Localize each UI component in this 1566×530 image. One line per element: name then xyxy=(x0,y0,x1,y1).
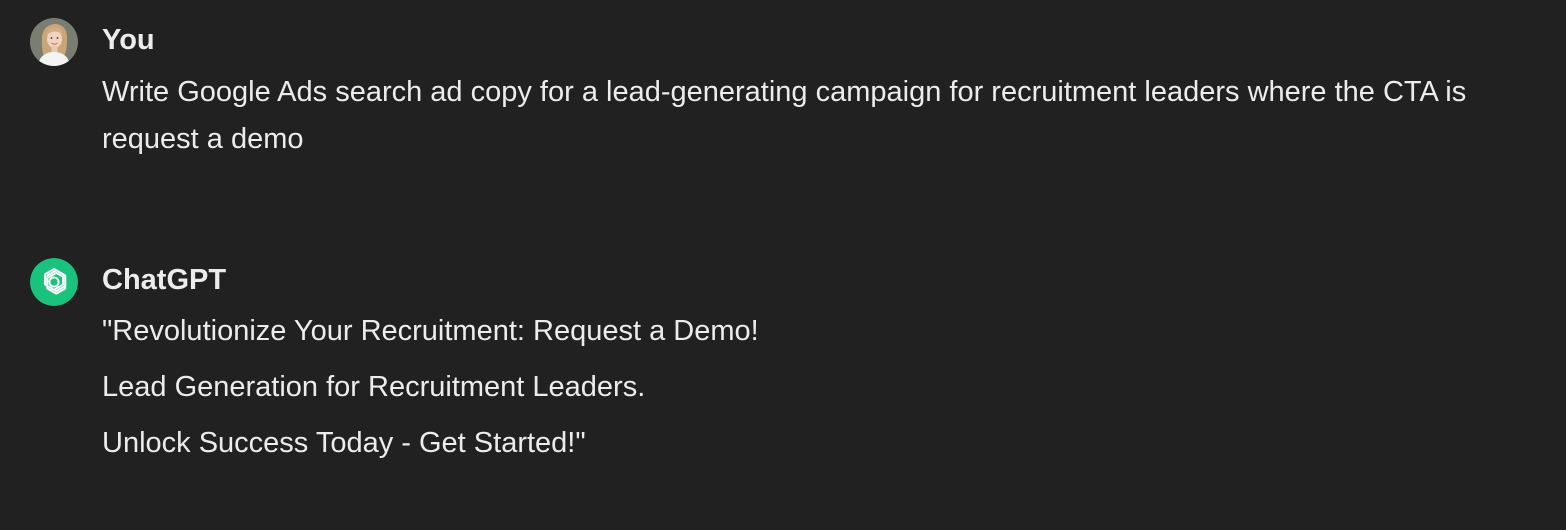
assistant-message-line: Unlock Success Today - Get Started!" xyxy=(102,427,586,459)
user-author-name: You xyxy=(102,24,155,56)
assistant-author-name: ChatGPT xyxy=(102,264,227,296)
assistant-message-text: "Revolutionize Your Recruitment: Request… xyxy=(102,312,1502,480)
user-avatar-icon xyxy=(30,18,78,66)
assistant-avatar xyxy=(30,258,78,306)
openai-logo-icon xyxy=(30,258,78,306)
user-avatar xyxy=(30,18,78,66)
assistant-message-line: Lead Generation for Recruitment Leaders. xyxy=(102,371,646,403)
assistant-message-line: "Revolutionize Your Recruitment: Request… xyxy=(102,315,759,347)
user-message-text: Write Google Ads search ad copy for a le… xyxy=(102,76,1467,155)
